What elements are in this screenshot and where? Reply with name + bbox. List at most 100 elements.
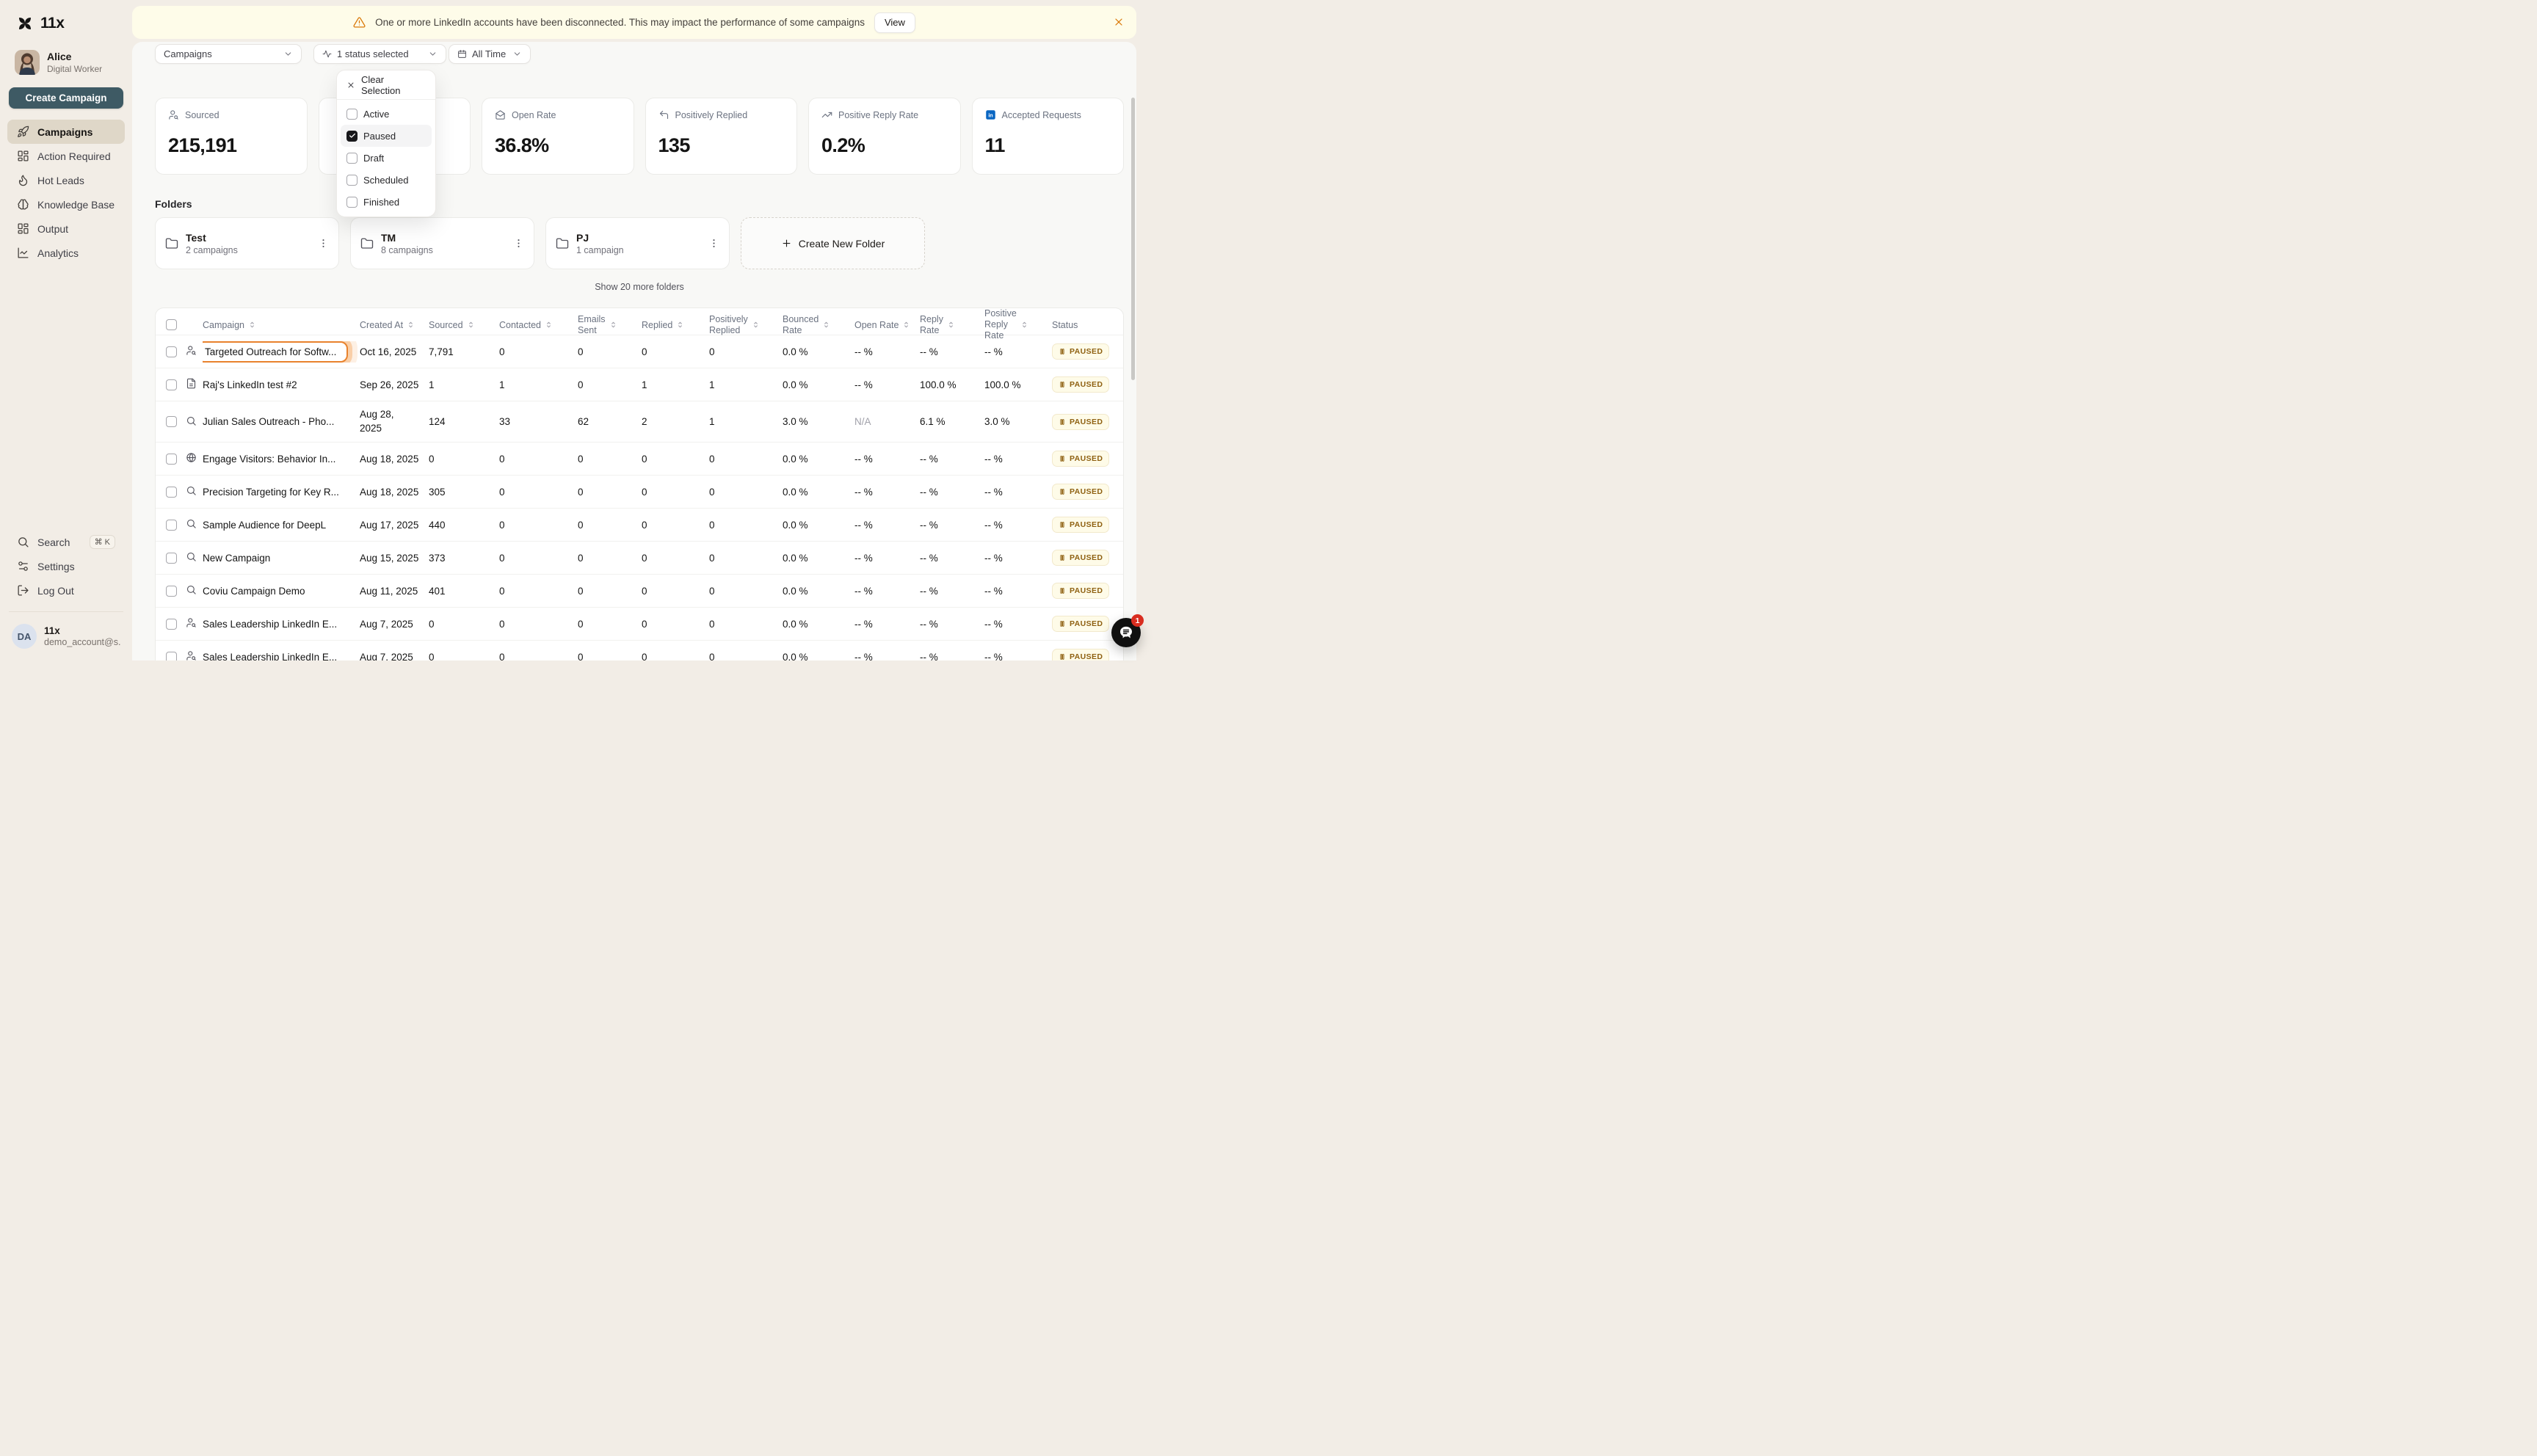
row-checkbox[interactable] [166, 453, 177, 465]
row-checkbox[interactable] [166, 519, 177, 531]
table-cell: 0 [642, 454, 709, 465]
status-option-paused[interactable]: Paused [341, 125, 432, 147]
folder-card-pj[interactable]: PJ 1 campaign [545, 217, 730, 269]
clear-selection-item[interactable]: Clear Selection [341, 74, 432, 96]
column-header-contacted[interactable]: Contacted [499, 320, 578, 330]
sidebar-item-search[interactable]: Search ⌘ K [7, 530, 125, 554]
cell-value: Aug 15, 2025 [360, 552, 419, 564]
folder-name: TM [381, 232, 396, 244]
row-checkbox[interactable] [166, 651, 177, 660]
row-checkbox[interactable] [166, 618, 177, 630]
sidebar-item-hot-leads[interactable]: Hot Leads [7, 168, 125, 192]
status-option-draft[interactable]: Draft [341, 147, 432, 169]
table-cell: 0 [499, 346, 578, 357]
banner-view-button[interactable]: View [874, 12, 915, 33]
table-row[interactable]: Sales Leadership LinkedIn E... Aug 7, 202… [156, 640, 1123, 660]
sidebar-item-output[interactable]: Output [7, 216, 125, 241]
table-cell: 0 [709, 454, 783, 465]
search-icon [186, 584, 197, 595]
scrollbar-thumb[interactable] [1131, 98, 1135, 380]
row-checkbox[interactable] [166, 486, 177, 498]
column-header-emails-sent[interactable]: Emails Sent [578, 314, 642, 336]
checkbox-unchecked[interactable] [346, 196, 357, 208]
row-checkbox[interactable] [166, 552, 177, 564]
folder-card-test[interactable]: Test 2 campaigns [155, 217, 339, 269]
table-row[interactable]: Engage Visitors: Behavior In... Aug 18, 2… [156, 442, 1123, 475]
folder-menu-button[interactable] [708, 238, 719, 249]
column-header-campaign[interactable]: Campaign [203, 320, 360, 330]
status-filter-button[interactable]: 1 status selected [313, 44, 446, 64]
scope-select[interactable]: Campaigns [155, 44, 302, 64]
sidebar-item-campaigns[interactable]: Campaigns [7, 120, 125, 144]
date-range-button[interactable]: All Time [449, 44, 531, 64]
banner-close-button[interactable] [1113, 16, 1125, 28]
status-badge-label: PAUSED [1070, 553, 1103, 562]
select-all-checkbox[interactable] [166, 319, 177, 330]
pause-icon [1059, 418, 1066, 426]
column-header-positively-replied[interactable]: Positively Replied [709, 314, 783, 336]
cell-value: Aug 11, 2025 [360, 585, 418, 597]
column-header-positive-reply-rate[interactable]: Positive Reply Rate [984, 308, 1052, 341]
sidebar-item-log-out[interactable]: Log Out [7, 578, 125, 603]
column-header-reply-rate[interactable]: Reply Rate [920, 314, 984, 336]
sidebar-item-knowledge-base[interactable]: Knowledge Base [7, 192, 125, 216]
folder-menu-button[interactable] [318, 238, 329, 249]
checkbox-unchecked[interactable] [346, 108, 357, 120]
folder-menu-button[interactable] [513, 238, 524, 249]
folder-card-tm[interactable]: TM 8 campaigns [350, 217, 534, 269]
profile[interactable]: Alice Digital Worker [15, 50, 132, 75]
status-option-scheduled[interactable]: Scheduled [341, 169, 432, 191]
column-header-label: Emails Sent [578, 313, 606, 335]
table-row[interactable]: Sample Audience for DeepL Aug 17, 2025 440… [156, 508, 1123, 541]
table-row[interactable]: Coviu Campaign Demo Aug 11, 2025 401 0 0 0 0 0.… [156, 574, 1123, 607]
row-checkbox[interactable] [166, 416, 177, 427]
checkbox-unchecked[interactable] [346, 174, 357, 186]
status-option-finished[interactable]: Finished [341, 191, 432, 213]
user-search-icon [168, 109, 179, 120]
cell-value: Aug 7, 2025 [360, 651, 413, 661]
column-header-status[interactable]: Status [1052, 320, 1123, 330]
account[interactable]: DA 11x demo_account@s... [7, 621, 125, 652]
status-option-active[interactable]: Active [341, 103, 432, 125]
cell-value: 124 [429, 416, 446, 427]
column-header-sourced[interactable]: Sourced [429, 320, 499, 330]
table-row[interactable]: Precision Targeting for Key R... Aug 18, … [156, 475, 1123, 508]
campaign-type-cell [186, 518, 203, 531]
table-row[interactable]: Julian Sales Outreach - Pho... Aug 28, 20… [156, 401, 1123, 442]
table-row[interactable]: Sales Leadership LinkedIn E... Aug 7, 202… [156, 607, 1123, 640]
chat-button[interactable]: 1 [1111, 614, 1144, 647]
sidebar-item-analytics[interactable]: Analytics [7, 241, 125, 265]
row-checkbox[interactable] [166, 346, 177, 357]
create-new-folder-label: Create New Folder [798, 237, 885, 250]
show-more-folders-link[interactable]: Show 20 more folders [155, 282, 1124, 292]
table-cell: -- % [984, 553, 1052, 564]
folder-name: PJ [576, 232, 589, 244]
column-header-replied[interactable]: Replied [642, 320, 709, 330]
file-icon [186, 378, 197, 389]
stats-row: Sourced 215,191 Open Rate 36.8% Positively R… [155, 98, 1124, 175]
table-row[interactable]: Raj's LinkedIn test #2 Sep 26, 2025 1 1 0 1 1 0… [156, 368, 1123, 401]
row-checkbox[interactable] [166, 585, 177, 597]
table-cell: -- % [984, 520, 1052, 531]
table-row[interactable]: New Campaign Aug 15, 2025 373 0 0 0 0 0.0 % -- %… [156, 541, 1123, 574]
row-checkbox[interactable] [166, 379, 177, 390]
campaign-name-input[interactable] [203, 341, 348, 363]
cell-value: 0 [429, 453, 435, 465]
column-header-created-at[interactable]: Created At [360, 320, 429, 330]
table-row[interactable]: Oct 16, 2025 7,791 0 0 0 0 0.0 % -- % -- % -- % PA… [156, 335, 1123, 368]
column-header-bounced-rate[interactable]: Bounced Rate [783, 314, 854, 336]
user-search-icon [186, 650, 197, 660]
checkbox-unchecked[interactable] [346, 152, 357, 164]
sidebar-item-settings[interactable]: Settings [7, 554, 125, 578]
table-cell: -- % [854, 487, 920, 498]
status-badge-label: PAUSED [1070, 347, 1103, 356]
sidebar-item-label: Settings [37, 560, 75, 572]
column-header-open-rate[interactable]: Open Rate [854, 320, 920, 330]
status-badge: PAUSED [1052, 413, 1110, 430]
create-campaign-button[interactable]: Create Campaign [9, 87, 123, 109]
create-new-folder-button[interactable]: Create New Folder [741, 217, 925, 269]
stat-card-positive-reply-rate: Positive Reply Rate 0.2% [808, 98, 961, 175]
column-header-label: Open Rate [854, 319, 899, 330]
sidebar-item-action-required[interactable]: Action Required [7, 144, 125, 168]
checkbox-checked[interactable] [346, 130, 357, 142]
